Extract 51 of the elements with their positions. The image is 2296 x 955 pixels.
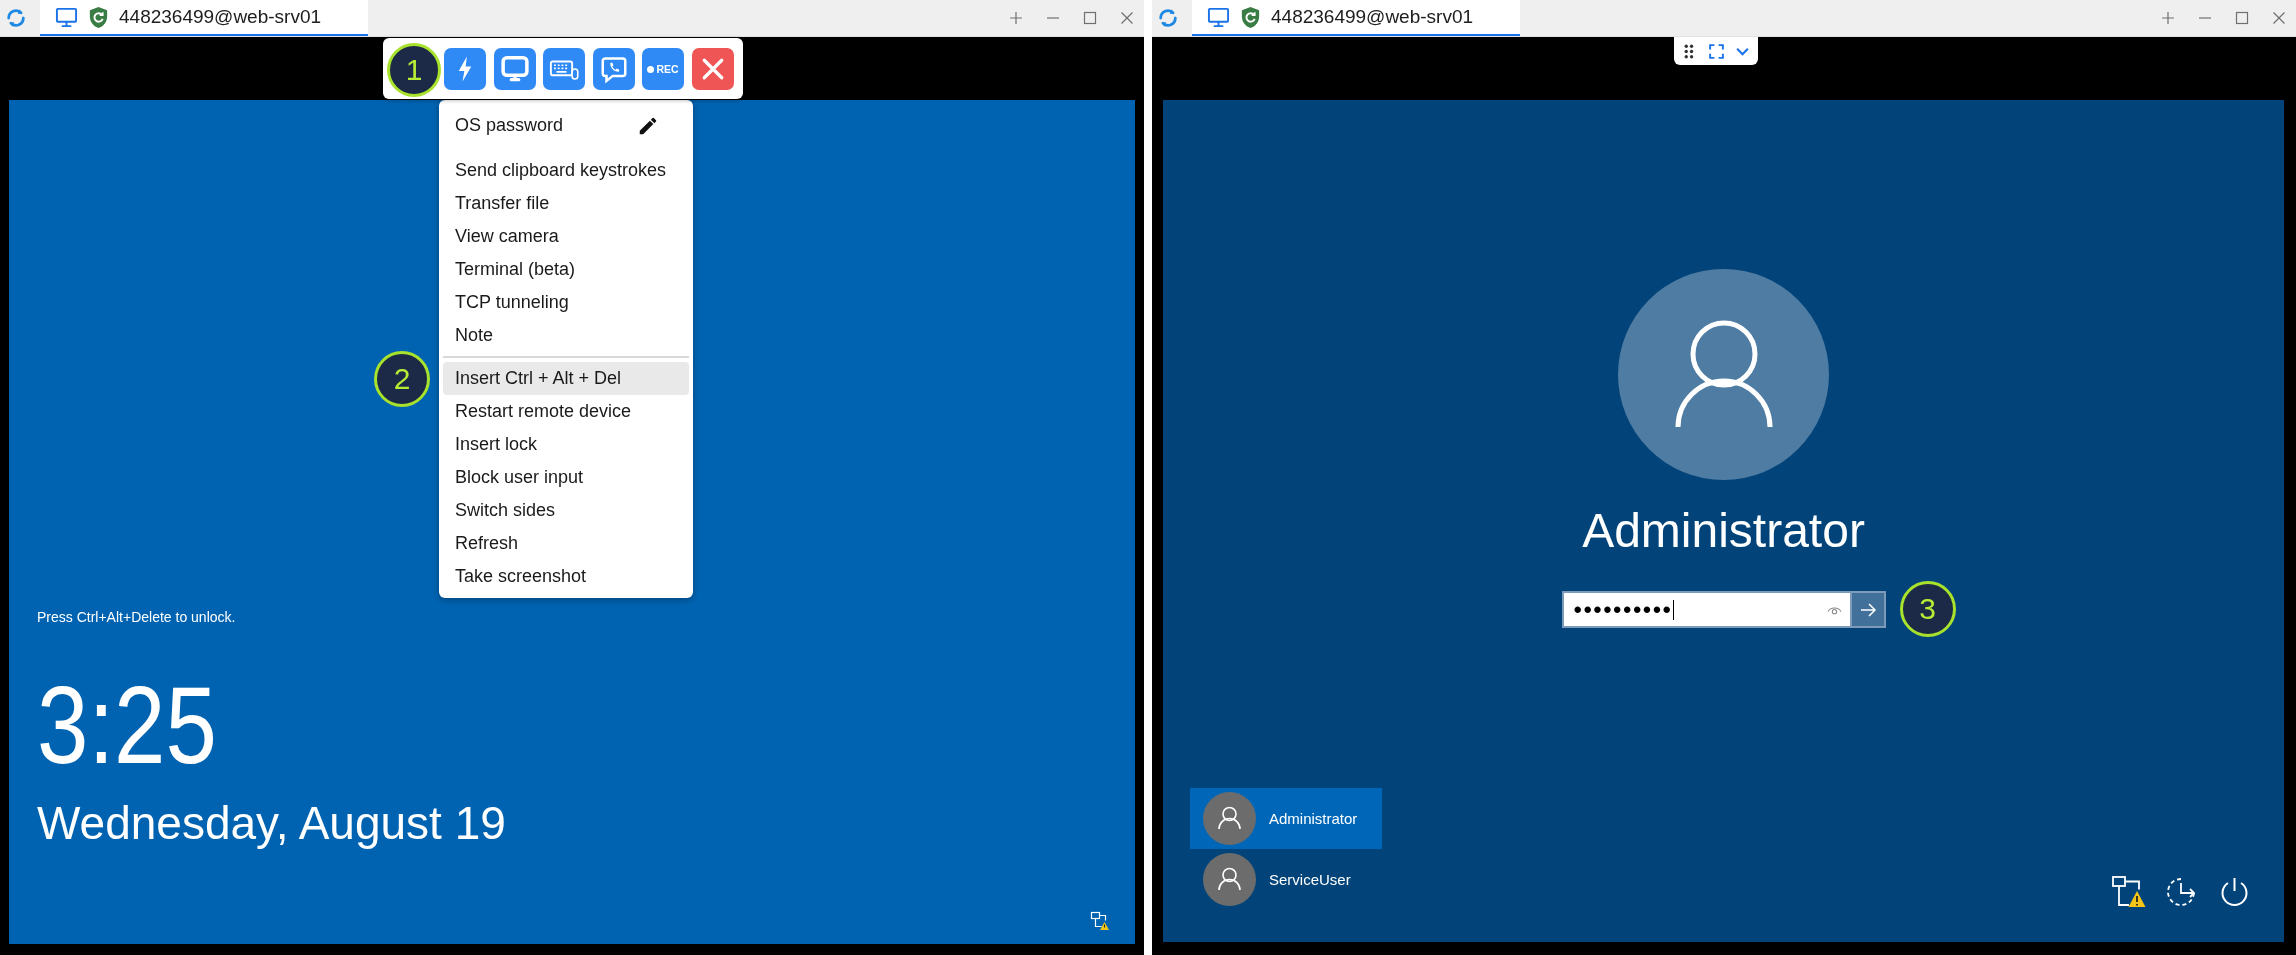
maximize-icon[interactable] <box>1083 11 1097 25</box>
menu-item[interactable]: Take screenshot <box>443 560 689 593</box>
close-icon[interactable] <box>1120 11 1134 25</box>
chat-button[interactable] <box>592 48 635 90</box>
user-avatar-icon <box>1203 792 1256 845</box>
user-list-item[interactable]: Administrator <box>1190 788 1382 849</box>
clock-time: 3:25 <box>37 671 217 779</box>
menu-item[interactable]: OS password <box>443 109 689 142</box>
clock-date: Wednesday, August 19 <box>37 796 506 851</box>
unlock-hint: Press Ctrl+Alt+Delete to unlock. <box>37 609 236 626</box>
menu-item[interactable]: Terminal (beta) <box>443 253 689 286</box>
shield-icon <box>1239 5 1262 29</box>
network-warning-icon[interactable] <box>2111 875 2146 909</box>
new-tab-icon[interactable] <box>2161 11 2175 25</box>
app-logo-icon <box>5 7 27 29</box>
monitor-icon <box>55 5 78 29</box>
menu-item[interactable]: Block user input <box>443 461 689 494</box>
app-logo-icon <box>1157 7 1179 29</box>
submit-button[interactable] <box>1849 591 1886 628</box>
disconnect-button[interactable] <box>691 48 734 90</box>
menu-item[interactable]: Insert lock <box>443 428 689 461</box>
record-dot-icon <box>647 65 655 73</box>
user-avatar-icon <box>1203 853 1256 906</box>
menu-item[interactable]: View camera <box>443 220 689 253</box>
password-field[interactable]: •••••••••• <box>1561 591 1850 628</box>
menu-item[interactable]: Send clipboard keystrokes <box>443 154 689 187</box>
fullscreen-icon[interactable] <box>1708 42 1725 60</box>
close-icon[interactable] <box>2272 11 2286 25</box>
menu-item[interactable]: Note <box>443 319 689 352</box>
monitor-icon <box>1207 5 1230 29</box>
actions-button[interactable] <box>444 48 486 90</box>
network-warning-icon[interactable] <box>1090 911 1110 931</box>
menu-item[interactable]: Transfer file <box>443 187 689 220</box>
menu-item[interactable]: Insert Ctrl + Alt + Del <box>443 362 689 395</box>
person-icon <box>1674 319 1773 430</box>
step-marker: 1 <box>387 43 441 97</box>
monitor-icon <box>499 54 530 84</box>
shield-icon <box>87 5 110 29</box>
maximize-icon[interactable] <box>2235 11 2249 25</box>
menu-item[interactable]: Restart remote device <box>443 395 689 428</box>
user-list-item[interactable]: ServiceUser <box>1190 849 1382 910</box>
menu-item[interactable]: Refresh <box>443 527 689 560</box>
session-tab[interactable]: 448236499@web-srv01 <box>1192 0 1520 36</box>
menu-item[interactable]: TCP tunneling <box>443 286 689 319</box>
new-tab-icon[interactable] <box>1009 11 1023 25</box>
display-button[interactable] <box>493 48 536 90</box>
user-name: Administrator <box>1582 503 1865 559</box>
menu-item[interactable]: Switch sides <box>443 494 689 527</box>
step-marker: 3 <box>1899 581 1956 637</box>
keyboard-button[interactable] <box>543 48 585 90</box>
session-tab[interactable]: 448236499@web-srv01 <box>40 0 368 36</box>
